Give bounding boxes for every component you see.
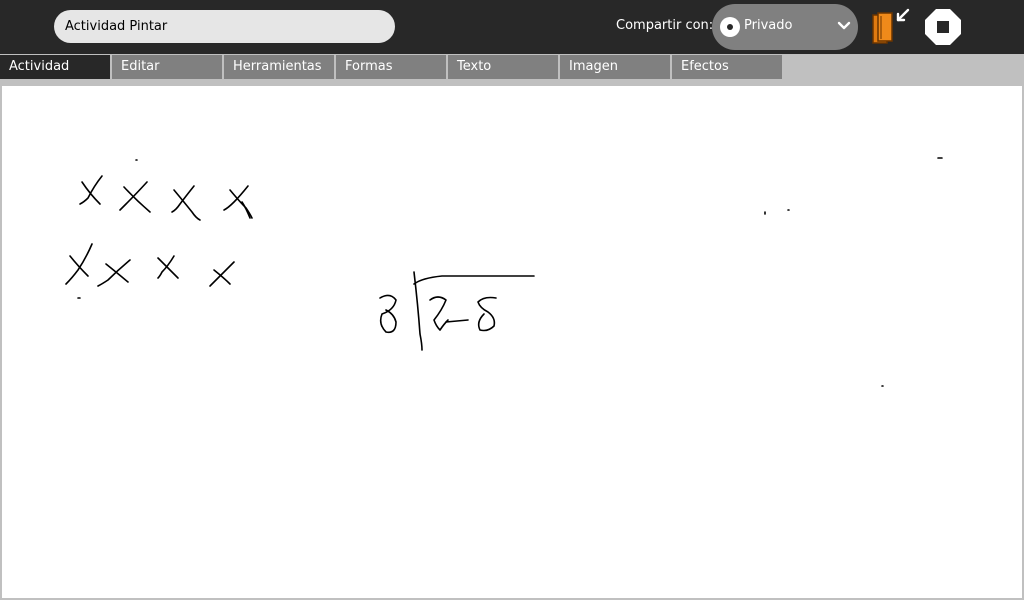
tab-efectos[interactable]: Efectos (672, 55, 782, 79)
private-radio-icon (720, 17, 740, 37)
share-value: Privado (744, 18, 793, 33)
journal-icon[interactable] (866, 6, 912, 48)
share-label: Compartir con: (616, 18, 714, 33)
share-combo[interactable]: Privado (712, 4, 858, 50)
chevron-down-icon (837, 21, 851, 30)
tab-bar: Actividad Editar Herramientas Formas Tex… (0, 54, 1024, 84)
tab-imagen[interactable]: Imagen (560, 55, 670, 79)
activity-title-input[interactable] (54, 10, 395, 43)
drawing-canvas[interactable] (2, 86, 1022, 598)
canvas-area (0, 84, 1024, 600)
stop-icon[interactable] (924, 8, 962, 46)
tab-formas[interactable]: Formas (336, 55, 446, 79)
tab-editar[interactable]: Editar (112, 55, 222, 79)
tab-actividad[interactable]: Actividad (0, 55, 110, 79)
tab-texto[interactable]: Texto (448, 55, 558, 79)
top-toolbar: Compartir con: Privado (0, 0, 1024, 54)
tab-herramientas[interactable]: Herramientas (224, 55, 334, 79)
hand-drawing (65, 157, 943, 387)
